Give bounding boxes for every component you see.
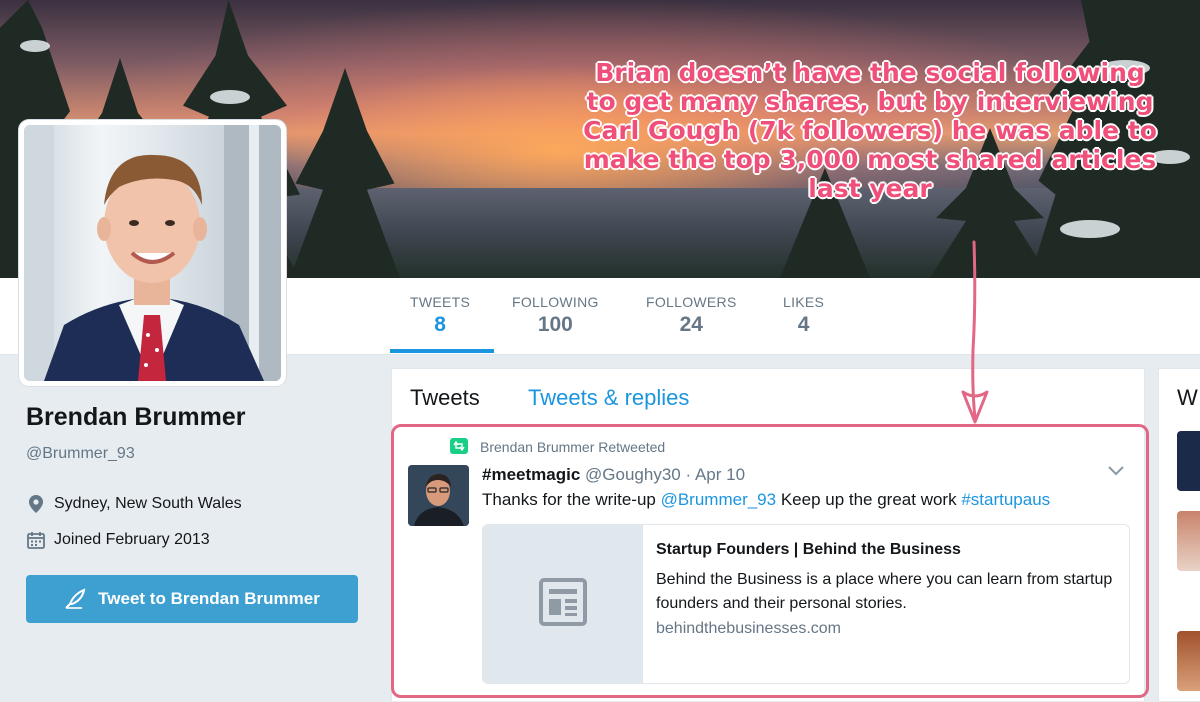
retweet-icon [450, 438, 468, 454]
stat-value: 8 [434, 313, 446, 336]
retweeted-by[interactable]: Brendan Brummer Retweeted [480, 439, 665, 455]
tweet-hashtag-link[interactable]: #startupaus [961, 490, 1050, 509]
location-pin-icon [26, 495, 46, 513]
annotation-line: to get many shares, but by interviewing [586, 87, 1154, 116]
calendar-icon [26, 531, 46, 549]
stat-label: TWEETS [410, 294, 471, 310]
tweet-item[interactable]: Brendan Brummer Retweeted #meetmagic @Go… [392, 425, 1144, 701]
joined-text: Joined February 2013 [54, 531, 210, 548]
tweet-text-part: Keep up the great work [776, 490, 962, 509]
card-thumbnail [483, 525, 643, 683]
tweet-display-name[interactable]: #meetmagic [482, 465, 580, 484]
stat-followers[interactable]: FOLLOWERS 24 [646, 294, 737, 337]
annotation-line: Brian doesn’t have the social following [595, 58, 1145, 87]
stat-following[interactable]: FOLLOWING 100 [512, 294, 599, 337]
stat-tweets[interactable]: TWEETS 8 [410, 294, 470, 337]
tweet-date[interactable]: Apr 10 [695, 465, 745, 484]
chevron-down-icon[interactable] [1108, 463, 1124, 481]
annotation-line: last year [808, 174, 932, 203]
stat-label: LIKES [783, 294, 825, 310]
right-sidebar: W [1158, 368, 1200, 702]
sidebar-thumbnail[interactable] [1177, 631, 1200, 691]
banner-snow [1060, 220, 1120, 238]
banner-snow [20, 40, 50, 52]
tweet-mention-link[interactable]: @Brummer_93 [661, 490, 777, 509]
person-photo-illustration [24, 125, 281, 381]
banner-tree [290, 68, 400, 278]
avatar-photo [24, 125, 281, 381]
banner-snow [210, 90, 250, 104]
annotation-arrow [955, 240, 995, 435]
profile-avatar[interactable] [19, 120, 286, 386]
stat-label: FOLLOWING [512, 294, 599, 310]
stat-likes[interactable]: LIKES 4 [783, 294, 824, 337]
timeline-panel: Tweets Tweets & replies Brendan Brummer … [391, 368, 1145, 701]
profile-location: Sydney, New South Wales [26, 495, 242, 513]
profile-joined: Joined February 2013 [26, 531, 210, 549]
tweet-to-label: Tweet to Brendan Brummer [98, 589, 320, 608]
sidebar-thumbnail[interactable] [1177, 511, 1200, 571]
profile-name[interactable]: Brendan Brummer [26, 403, 246, 432]
link-card[interactable]: Startup Founders | Behind the Business B… [482, 524, 1130, 684]
stat-label: FOLLOWERS [646, 294, 737, 310]
quill-icon [64, 588, 86, 610]
tweet-to-button[interactable]: Tweet to Brendan Brummer [26, 575, 358, 623]
card-description: Behind the Business is a place where you… [656, 571, 1113, 612]
location-text: Sydney, New South Wales [54, 495, 242, 512]
annotation-text: Brian doesn’t have the social following … [560, 58, 1180, 203]
tweet-separator: · [685, 465, 692, 484]
sidebar-thumbnail[interactable] [1177, 431, 1200, 491]
annotation-line: make the top 3,000 most shared articles [583, 145, 1157, 174]
card-url: behindthebusinesses.com [656, 620, 842, 637]
tweet-header: #meetmagic @Goughy30 · Apr 10 [482, 465, 745, 485]
sidebar-heading: W [1177, 385, 1198, 410]
article-icon [538, 577, 588, 632]
profile-handle[interactable]: @Brummer_93 [26, 445, 135, 463]
stat-value: 100 [537, 313, 573, 336]
tab-tweets[interactable]: Tweets [410, 385, 480, 411]
card-title: Startup Founders | Behind the Business [656, 541, 961, 558]
annotation-line: Carl Gough (7k followers) he was able to [583, 116, 1157, 145]
stat-value: 4 [797, 313, 810, 336]
tweet-text-part: Thanks for the write-up [482, 490, 661, 509]
tweet-screen-name[interactable]: @Goughy30 [585, 465, 681, 484]
tweet-author-avatar[interactable] [408, 465, 469, 526]
tab-tweets-and-replies[interactable]: Tweets & replies [528, 385, 689, 411]
tweet-text: Thanks for the write-up @Brummer_93 Keep… [482, 490, 1050, 510]
active-tab-underline [390, 349, 494, 353]
stat-value: 24 [679, 313, 703, 336]
